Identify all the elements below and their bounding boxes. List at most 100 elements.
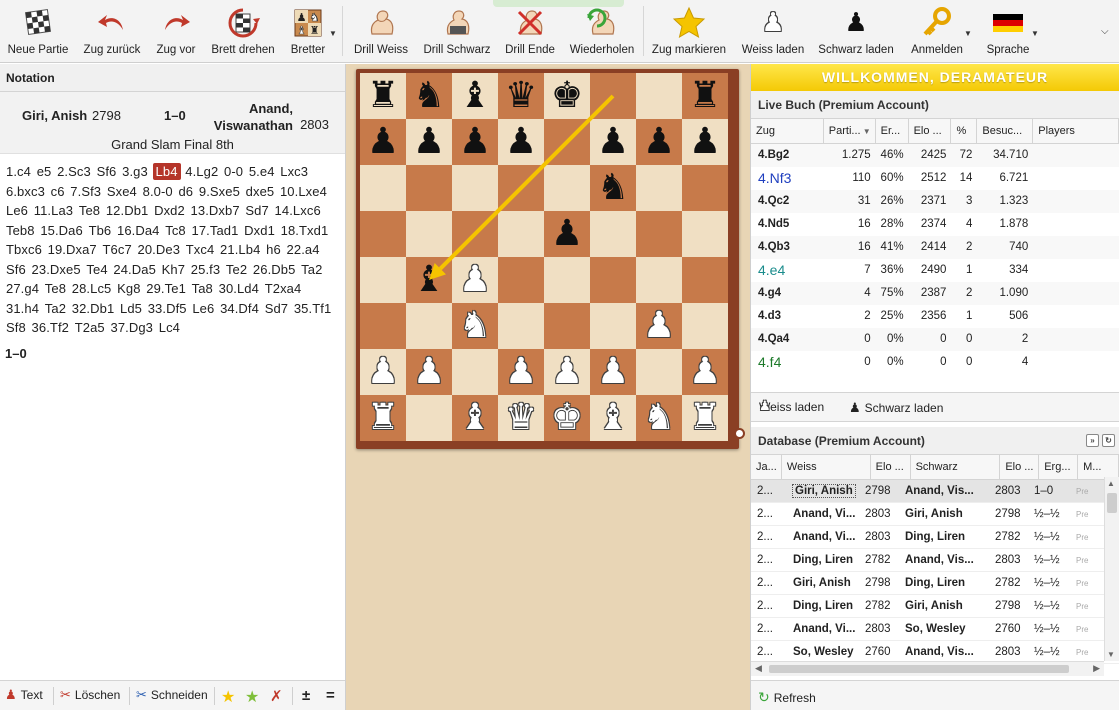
move-token[interactable]: T2a5	[74, 320, 106, 335]
move-token[interactable]: 16.Da4	[116, 223, 161, 238]
col-visits[interactable]: Besuc...	[977, 119, 1034, 143]
move-token[interactable]: 32.Db1	[71, 301, 116, 316]
square-g2[interactable]	[636, 349, 682, 395]
square-c2[interactable]	[452, 349, 498, 395]
move-token[interactable]: Lxc3	[279, 164, 309, 179]
black-pawn-piece[interactable]: ♟	[452, 119, 498, 165]
repeat-button[interactable]: Wiederholen	[564, 0, 640, 62]
move-token[interactable]: 30.Ld4	[218, 281, 260, 296]
square-d5[interactable]	[498, 211, 544, 257]
black-bishop-piece[interactable]: ♝	[452, 73, 498, 119]
square-e3[interactable]	[544, 303, 590, 349]
white-queen-piece[interactable]: ♛	[498, 395, 544, 441]
square-b6[interactable]	[406, 165, 452, 211]
move-token[interactable]: 31.h4	[5, 301, 40, 316]
square-c6[interactable]	[452, 165, 498, 211]
current-move[interactable]: Lb4	[152, 163, 181, 180]
col-white[interactable]: Weiss	[782, 455, 871, 479]
move-token[interactable]: 10.Lxe4	[279, 184, 328, 199]
col-black[interactable]: Schwarz	[911, 455, 1001, 479]
move-token[interactable]: 11.La3	[33, 203, 74, 218]
col-players[interactable]: Players	[1033, 119, 1119, 143]
square-g4[interactable]	[636, 257, 682, 303]
live-book-row[interactable]: 4.Qc2 31 26% 2371 3 1.323	[751, 190, 1119, 213]
black-pawn-piece[interactable]: ♟	[590, 119, 636, 165]
live-book-row[interactable]: 4.Qa4 0 0% 0 0 2	[751, 328, 1119, 351]
load-black-link[interactable]: ♟ Schwarz laden	[849, 400, 943, 416]
refresh-button[interactable]: ↻ Refresh	[758, 689, 816, 706]
square-b3[interactable]	[406, 303, 452, 349]
move-token[interactable]: 21.Lb4	[219, 242, 261, 257]
move-token[interactable]: 35.Tf1	[293, 301, 332, 316]
new-game-button[interactable]: Neue Partie	[2, 0, 74, 62]
move-token[interactable]: 29.Te1	[145, 281, 187, 296]
move-token[interactable]: 28.Lc5	[71, 281, 113, 296]
black-knight-piece[interactable]: ♞	[406, 73, 452, 119]
drill-black-button[interactable]: Drill Schwarz	[418, 0, 496, 62]
move-token[interactable]: 18.Txd1	[280, 223, 330, 238]
move-token[interactable]: 2.Sc3	[56, 164, 92, 179]
square-h4[interactable]	[682, 257, 728, 303]
move-token[interactable]: Sf8	[5, 320, 27, 335]
live-book-row[interactable]: 4.Nf3 110 60% 2512 14 6.721	[751, 167, 1119, 190]
scroll-up-icon[interactable]: ▲	[1107, 479, 1115, 488]
square-a6[interactable]	[360, 165, 406, 211]
star-remove-icon[interactable]: ✗	[270, 687, 283, 705]
move-token[interactable]: T2xa4	[264, 281, 303, 296]
database-row[interactable]: 2... Giri, Anish 2798 Ding, Liren 2782 ½–½ Pre	[751, 572, 1119, 595]
white-bishop-piece[interactable]: ♝	[452, 395, 498, 441]
collapse-icon[interactable]: »	[1086, 434, 1099, 447]
square-b5[interactable]	[406, 211, 452, 257]
scroll-down-icon[interactable]: ▼	[1107, 650, 1115, 659]
move-token[interactable]: Tc8	[164, 223, 187, 238]
white-king-piece[interactable]: ♚	[544, 395, 590, 441]
board-resize-handle[interactable]	[734, 428, 745, 439]
move-token[interactable]: 19.Dxa7	[47, 242, 98, 257]
move-token[interactable]: Ta8	[191, 281, 214, 296]
square-f5[interactable]	[590, 211, 636, 257]
move-token[interactable]: 27.g4	[5, 281, 40, 296]
boards-caret-icon[interactable]: ▼	[329, 29, 337, 38]
black-king-piece[interactable]: ♚	[544, 73, 590, 119]
vertical-scroll-thumb[interactable]	[1107, 493, 1117, 513]
move-token[interactable]: Te8	[78, 203, 101, 218]
live-book-row[interactable]: 4.Nd5 16 28% 2374 4 1.878	[751, 213, 1119, 236]
move-token[interactable]: 6.bxc3	[5, 184, 46, 199]
move-token[interactable]: Te2	[225, 262, 248, 277]
live-book-row[interactable]: 4.f4 0 0% 0 0 4	[751, 351, 1119, 374]
black-knight-piece[interactable]: ♞	[590, 165, 636, 211]
move-token[interactable]: 5.e4	[248, 164, 276, 179]
square-h6[interactable]	[682, 165, 728, 211]
square-e4[interactable]	[544, 257, 590, 303]
move-token[interactable]: dxe5	[245, 184, 276, 199]
move-token[interactable]: 33.Df5	[147, 301, 188, 316]
white-pawn-piece[interactable]: ♟	[498, 349, 544, 395]
square-d6[interactable]	[498, 165, 544, 211]
live-book-row[interactable]: 4.Qb3 16 41% 2414 2 740	[751, 236, 1119, 259]
star-icon[interactable]: ★	[221, 687, 235, 707]
col-misc[interactable]: M...	[1078, 455, 1119, 479]
move-token[interactable]: Ta2	[300, 262, 323, 277]
square-d4[interactable]	[498, 257, 544, 303]
move-token[interactable]: 36.Tf2	[31, 320, 70, 335]
move-token[interactable]: Sf6	[96, 164, 118, 179]
col-year[interactable]: Ja...	[751, 455, 782, 479]
square-f8[interactable]	[590, 73, 636, 119]
move-token[interactable]: 3.g3	[121, 164, 149, 179]
white-pawn-piece[interactable]: ♟	[636, 303, 682, 349]
event-name[interactable]: Grand Slam Final 8th	[0, 137, 345, 152]
white-player-name[interactable]: Giri, Anish	[22, 108, 87, 123]
black-rook-piece[interactable]: ♜	[360, 73, 406, 119]
database-row[interactable]: 2... Ding, Liren 2782 Anand, Vis... 2803 ½–½ P…	[751, 549, 1119, 572]
load-white-button[interactable]: ♟ Weiss laden	[738, 0, 808, 62]
move-token[interactable]: 17.Tad1	[190, 223, 239, 238]
black-queen-piece[interactable]: ♛	[498, 73, 544, 119]
equal-button[interactable]: =	[326, 687, 335, 704]
square-a4[interactable]	[360, 257, 406, 303]
move-token[interactable]: 9.Sxe5	[198, 184, 241, 199]
col-result[interactable]: Erg...	[1039, 455, 1079, 479]
square-f4[interactable]	[590, 257, 636, 303]
refresh-small-icon[interactable]: ↻	[1102, 434, 1115, 447]
col-move[interactable]: Zug	[751, 119, 824, 143]
square-g8[interactable]	[636, 73, 682, 119]
